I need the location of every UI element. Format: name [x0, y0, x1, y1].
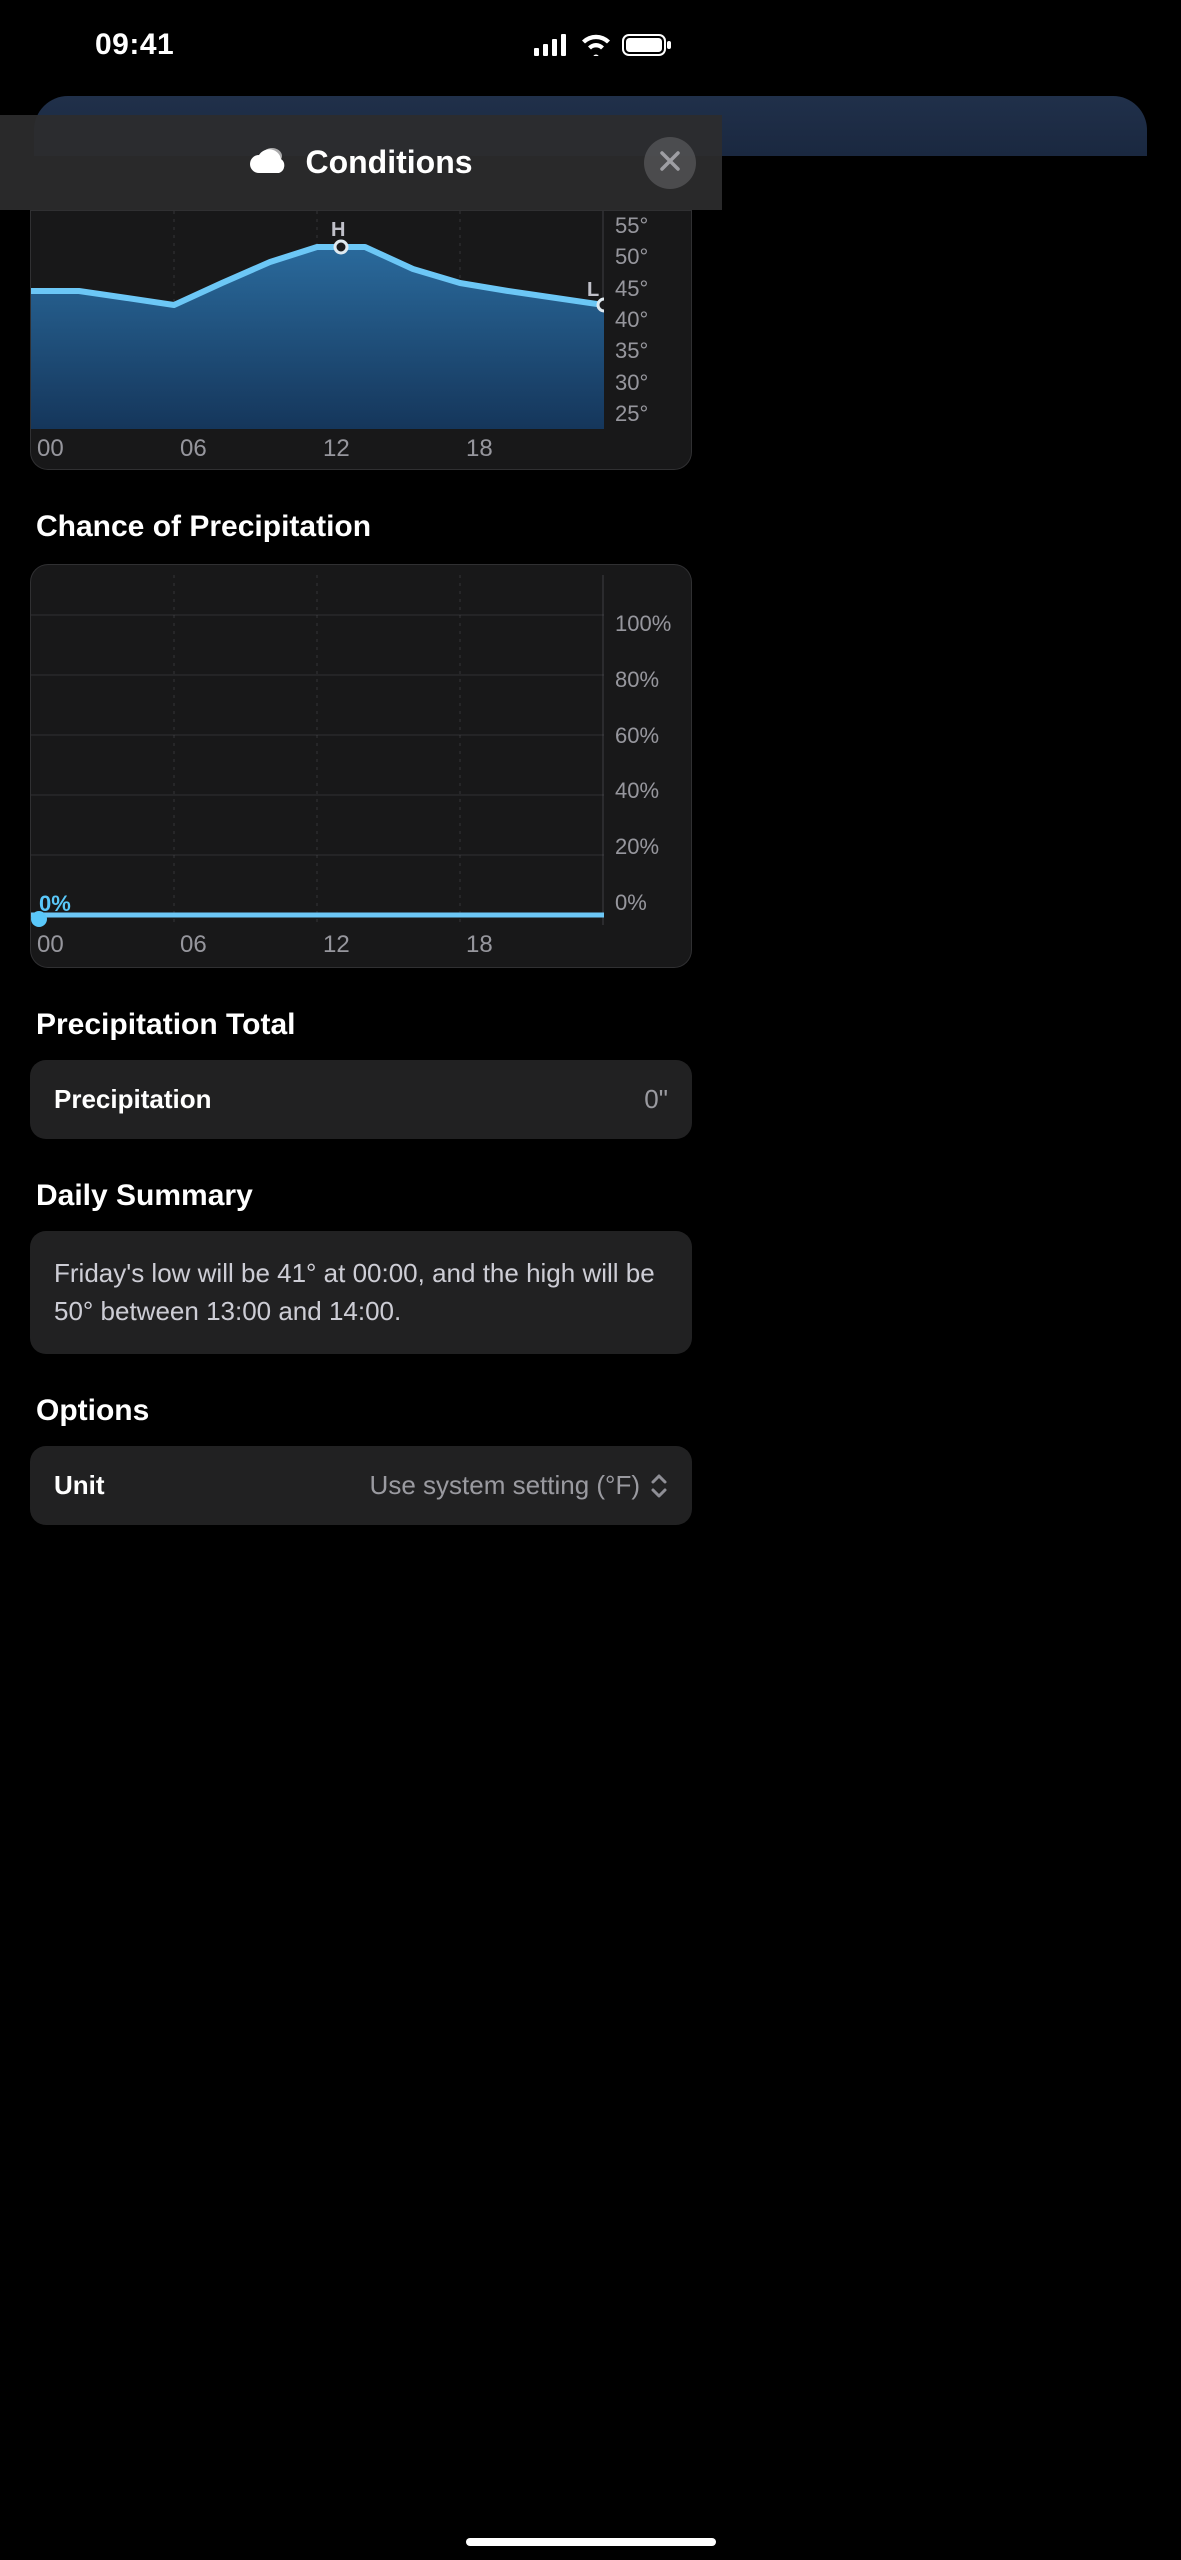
cloud-icon [249, 145, 289, 180]
precip-chance-current-dot [31, 911, 47, 927]
x-tick: 18 [460, 435, 603, 463]
y-tick: 60% [615, 723, 691, 749]
x-tick: 00 [31, 931, 174, 959]
x-tick: 12 [317, 435, 460, 463]
high-marker: H [331, 219, 345, 242]
precip-value: 0" [644, 1084, 668, 1115]
daily-summary-card: Friday's low will be 41° at 00:00, and t… [30, 1231, 692, 1354]
wifi-icon [580, 34, 612, 56]
y-tick: 50° [615, 244, 691, 270]
section-title-precip-chance: Chance of Precipitation [36, 510, 686, 544]
status-indicators [534, 34, 672, 56]
page-title: Conditions [305, 144, 472, 181]
pop-y-axis: 100% 80% 60% 40% 20% 0% [603, 611, 691, 916]
temp-x-axis: 00 06 12 18 [31, 435, 604, 463]
x-tick: 06 [174, 435, 317, 463]
unit-option-row[interactable]: Unit Use system setting (°F) [30, 1446, 692, 1525]
close-button[interactable] [644, 137, 696, 189]
close-icon [659, 150, 681, 175]
x-tick: 18 [460, 931, 603, 959]
temp-y-axis: 55° 50° 45° 40° 35° 30° 25° [603, 211, 691, 429]
temperature-chart[interactable]: H L 55° 50° 45° 40° 35° 30° 25° 00 06 12… [30, 210, 692, 470]
precip-label: Precipitation [54, 1084, 211, 1115]
x-tick: 12 [317, 931, 460, 959]
x-tick: 06 [174, 931, 317, 959]
section-title-summary: Daily Summary [36, 1179, 686, 1213]
unit-label: Unit [54, 1470, 105, 1501]
y-tick: 40° [615, 307, 691, 333]
home-indicator[interactable] [466, 2538, 716, 2546]
low-marker: L [587, 279, 599, 302]
cellular-icon [534, 34, 570, 56]
section-title-precip-total: Precipitation Total [36, 1008, 686, 1042]
section-title-options: Options [36, 1394, 686, 1428]
y-tick: 45° [615, 276, 691, 302]
y-tick: 20% [615, 834, 691, 860]
sheet-header: Conditions [0, 115, 722, 210]
x-tick: 00 [31, 435, 174, 463]
y-tick: 100% [615, 611, 691, 637]
y-tick: 0% [615, 890, 691, 916]
battery-icon [622, 34, 672, 56]
y-tick: 80% [615, 667, 691, 693]
y-tick: 55° [615, 213, 691, 239]
y-tick: 35° [615, 338, 691, 364]
up-down-chevron-icon [650, 1473, 668, 1499]
unit-value: Use system setting (°F) [370, 1470, 640, 1501]
precip-chance-chart[interactable]: 0% 100% 80% 60% 40% 20% 0% 00 06 12 18 [30, 564, 692, 968]
y-tick: 25° [615, 401, 691, 427]
daily-summary-text: Friday's low will be 41° at 00:00, and t… [54, 1255, 668, 1330]
status-time: 09:41 [45, 28, 174, 62]
status-bar: 09:41 [0, 0, 722, 90]
precip-total-row[interactable]: Precipitation 0" [30, 1060, 692, 1139]
y-tick: 30° [615, 370, 691, 396]
pop-x-axis: 00 06 12 18 [31, 931, 604, 959]
y-tick: 40% [615, 778, 691, 804]
